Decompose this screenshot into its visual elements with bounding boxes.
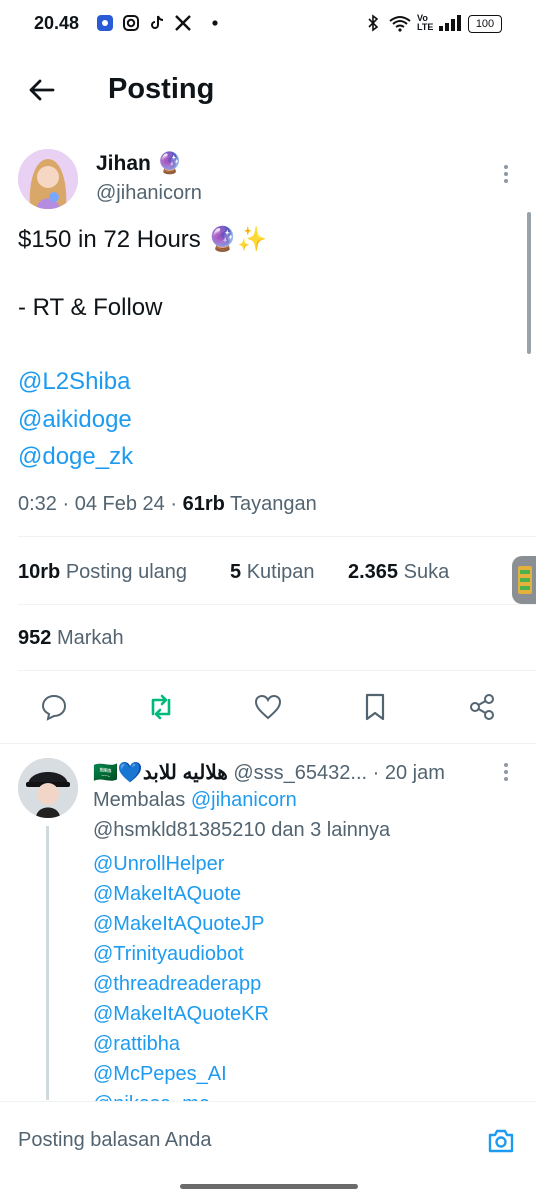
wifi-icon [389,16,411,32]
reply-mention-link[interactable]: @rattibha [93,1029,269,1059]
tweet-meta: 0:32 · 04 Feb 24 · 61rb Tayangan [18,493,317,515]
reply-header: 🇸🇦💙هلاليه للابد @sss_65432... · 20 jam [93,760,445,785]
bookmarks-stat[interactable]: 952 Markah [18,627,124,650]
author-handle[interactable]: @jihanicorn [96,182,202,205]
tweet-text-line-2: - RT & Follow [18,294,163,321]
mention-link[interactable]: @aikidoge [18,406,132,434]
reply-icon[interactable] [39,692,69,722]
more-notifications-dot-icon [212,20,218,26]
replying-to-others[interactable]: @hsmkld81385210 dan 3 lainnya [93,819,390,842]
divider [18,670,536,671]
like-heart-icon[interactable] [253,692,283,722]
quotes-stat[interactable]: 5 Kutipan [230,561,315,584]
reply-mention-link[interactable]: @Trinityaudiobot [93,939,269,969]
camera-icon[interactable] [486,1126,516,1156]
views-label: Tayangan [230,493,317,515]
page-title: Posting [108,73,215,105]
signal-icon [439,15,461,31]
author-avatar[interactable] [18,149,78,209]
tiktok-icon [151,15,164,29]
x-icon [175,15,191,31]
tweet-time[interactable]: 0:32 [18,493,57,515]
replying-to-handle[interactable]: @jihanicorn [191,789,297,811]
mention-link[interactable]: @L2Shiba [18,368,130,396]
status-bar: 20.48 Vo LTE 100 [0,0,536,48]
back-arrow-icon[interactable] [26,74,58,106]
tweet-text-line-1: $150 in 72 Hours 🔮✨ [18,226,268,253]
reposts-stat[interactable]: 10rb Posting ulang [18,561,187,584]
crystal-ball-emoji: 🔮 [156,152,183,175]
bookmarks-label: Markah [56,627,124,649]
likes-label: Suka [403,561,450,583]
scrollbar[interactable] [527,212,531,354]
likes-count: 2.365 [348,561,399,583]
reposts-count: 10rb [18,561,61,583]
reply-author-handle[interactable]: @sss_65432... [233,762,367,784]
likes-stat[interactable]: 2.365 Suka [348,561,449,584]
status-time: 20.48 [34,13,80,33]
bluetooth-icon [368,14,379,32]
bookmarks-count: 952 [18,627,52,649]
author-name-text: Jihan [96,152,151,175]
reply-more-options-icon[interactable] [498,762,514,782]
repost-icon[interactable] [146,692,176,722]
volte-label: Vo LTE [417,13,434,32]
reply-mentions-list: @UnrollHelper @MakeItAQuote @MakeItAQuot… [93,849,269,1119]
reply-author-name[interactable]: 🇸🇦💙هلاليه للابد [93,762,228,784]
tweet-date[interactable]: 04 Feb 24 [75,493,165,515]
instagram-icon [123,15,139,31]
mention-link[interactable]: @doge_zk [18,443,133,471]
reply-mention-link[interactable]: @threadreaderapp [93,969,269,999]
replying-to: Membalas @jihanicorn [93,789,297,812]
app-notification-icon [97,15,113,31]
reposts-label: Posting ulang [65,561,188,583]
reply-avatar-image [18,758,78,818]
bookmark-icon[interactable] [360,692,390,722]
thread-connector-line [46,826,49,1100]
quotes-count: 5 [230,561,242,583]
battery-icon: 100 [468,15,502,33]
views-count: 61rb [182,493,225,515]
avatar-image [18,149,78,209]
quotes-label: Kutipan [246,561,315,583]
reply-mention-link[interactable]: @McPepes_AI [93,1059,269,1089]
divider [18,536,536,537]
side-widget-icon [518,566,532,594]
author-name[interactable]: Jihan 🔮 [96,152,183,176]
reply-mention-link[interactable]: @MakeItAQuoteJP [93,909,269,939]
reply-time-ago: · 20 jam [372,762,445,784]
reply-mention-link[interactable]: @MakeItAQuote [93,879,269,909]
reply-mention-link[interactable]: @MakeItAQuoteKR [93,999,269,1029]
reply-mention-link[interactable]: @UnrollHelper [93,849,269,879]
share-icon[interactable] [467,692,497,722]
divider [0,743,536,744]
replying-prefix: Membalas [93,789,186,811]
reply-author-avatar[interactable] [18,758,78,818]
more-options-icon[interactable] [498,164,514,184]
divider [18,604,536,605]
floating-side-widget[interactable] [512,556,536,604]
reply-input[interactable]: Posting balasan Anda [18,1129,212,1152]
home-indicator[interactable] [180,1184,358,1189]
